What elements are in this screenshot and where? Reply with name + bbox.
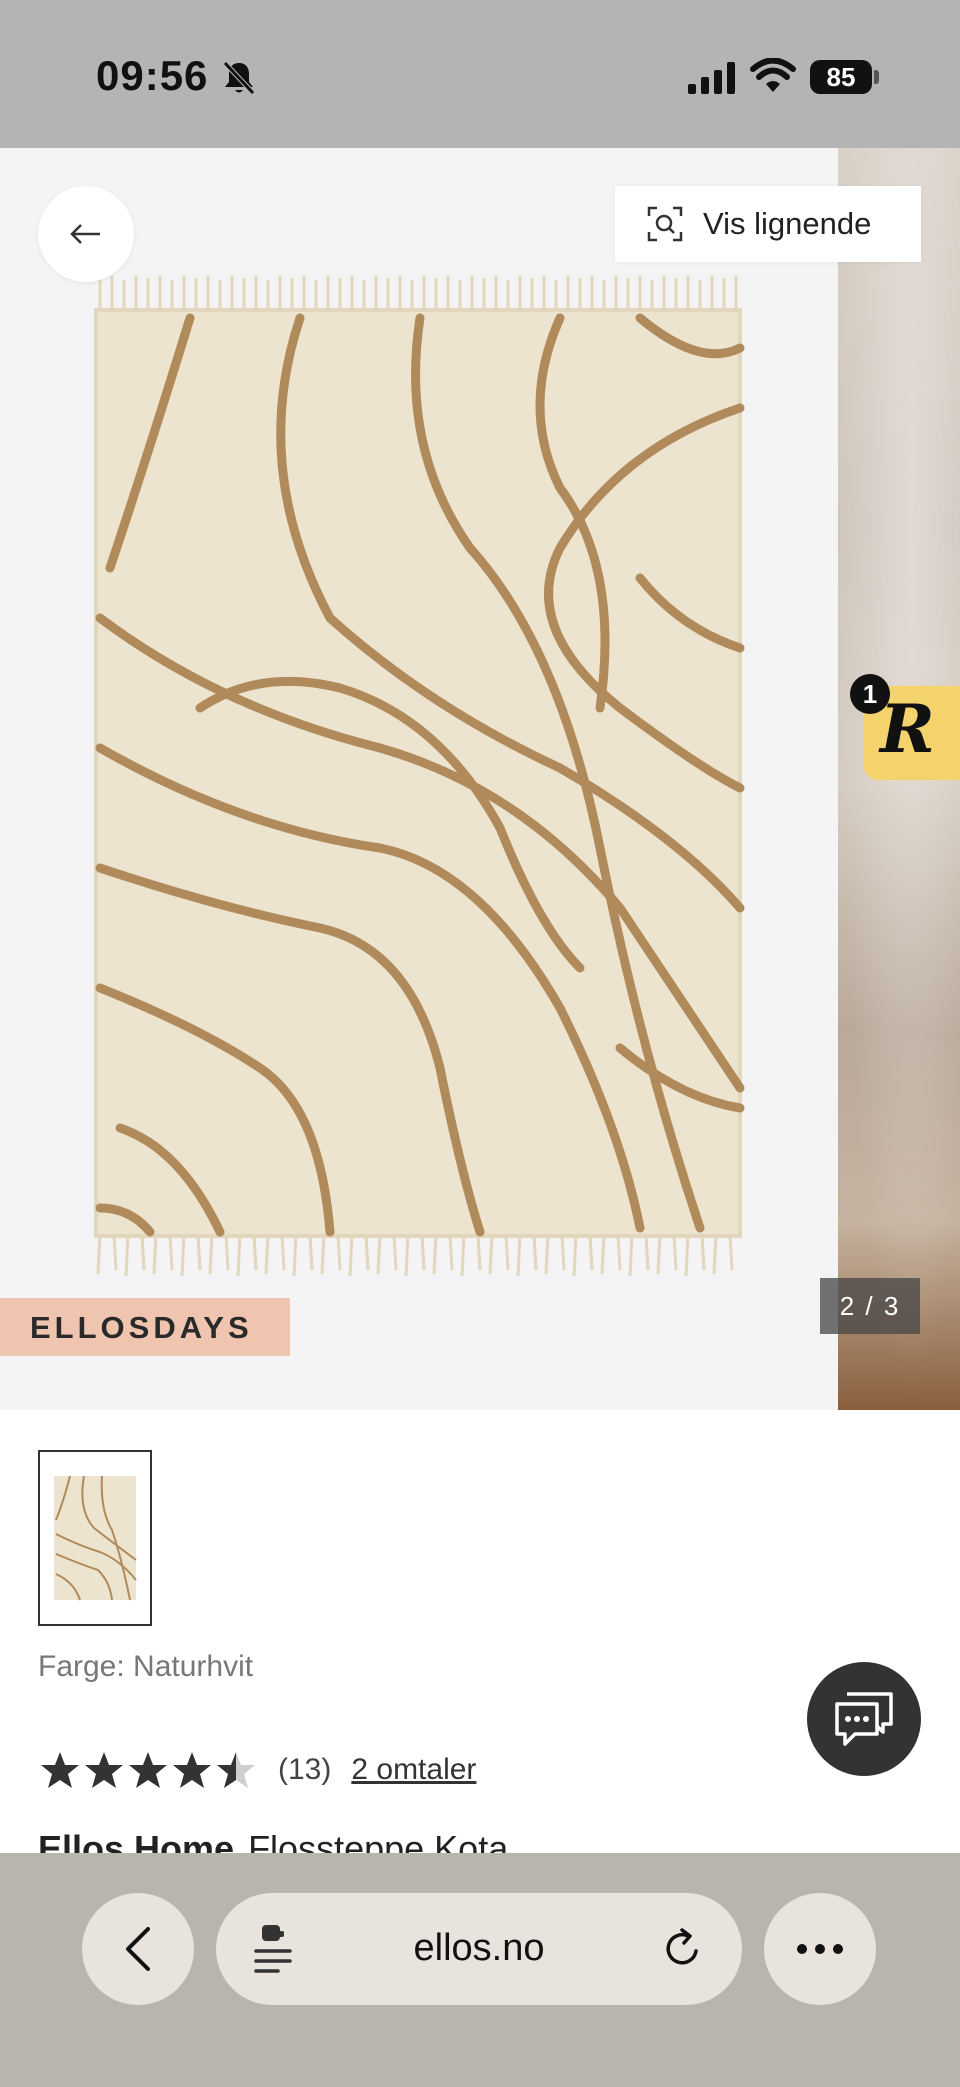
back-button[interactable] xyxy=(38,186,134,282)
battery-indicator: 85 xyxy=(810,60,872,94)
more-options-button[interactable] xyxy=(764,1893,876,2005)
browser-toolbar: ellos.no xyxy=(0,1853,960,2087)
star-full-icon xyxy=(129,1752,167,1788)
battery-tip xyxy=(874,70,879,84)
chevron-left-icon xyxy=(126,1927,150,1971)
more-icon xyxy=(797,1944,843,1954)
address-bar[interactable]: ellos.no xyxy=(216,1893,742,2005)
product-image-main[interactable] xyxy=(0,148,838,1410)
rating-count: (13) xyxy=(278,1753,332,1786)
rug-image xyxy=(94,276,745,1277)
wifi-icon xyxy=(750,58,796,92)
star-half-icon xyxy=(217,1752,255,1788)
rating-stars xyxy=(40,1750,256,1790)
status-bar: 09:56 85 xyxy=(0,0,960,148)
view-similar-label: Vis lignende xyxy=(703,206,872,241)
rewards-widget-count: 1 xyxy=(850,674,890,714)
view-similar-button[interactable]: Vis lignende xyxy=(615,186,921,262)
rug-thumbnail xyxy=(54,1475,137,1601)
star-full-icon xyxy=(173,1752,211,1788)
star-full-icon xyxy=(41,1752,79,1788)
arrow-left-icon xyxy=(70,224,100,244)
reviews-link[interactable]: 2 omtaler xyxy=(351,1753,476,1787)
status-time: 09:56 xyxy=(96,52,209,99)
chat-bubbles-icon xyxy=(835,1692,893,1746)
color-selection-label: Farge: Naturhvit xyxy=(38,1650,254,1683)
rating-row: (13) 2 omtaler xyxy=(40,1748,476,1792)
star-full-icon xyxy=(85,1752,123,1788)
bell-slash-icon xyxy=(223,61,255,95)
campaign-badge-label: ELLOSDAYS xyxy=(30,1310,253,1345)
reload-icon[interactable] xyxy=(660,1927,704,1971)
chat-button[interactable] xyxy=(807,1662,921,1776)
product-image-gallery[interactable]: Vis lignende ELLOSDAYS 2 / 3 R 1 xyxy=(0,148,960,1410)
browser-back-button[interactable] xyxy=(82,1893,194,2005)
campaign-badge: ELLOSDAYS xyxy=(0,1298,290,1356)
image-counter: 2 / 3 xyxy=(820,1278,920,1334)
cellular-signal-icon xyxy=(688,62,735,94)
image-thumbnail[interactable] xyxy=(38,1450,152,1626)
visual-search-icon xyxy=(647,206,683,242)
